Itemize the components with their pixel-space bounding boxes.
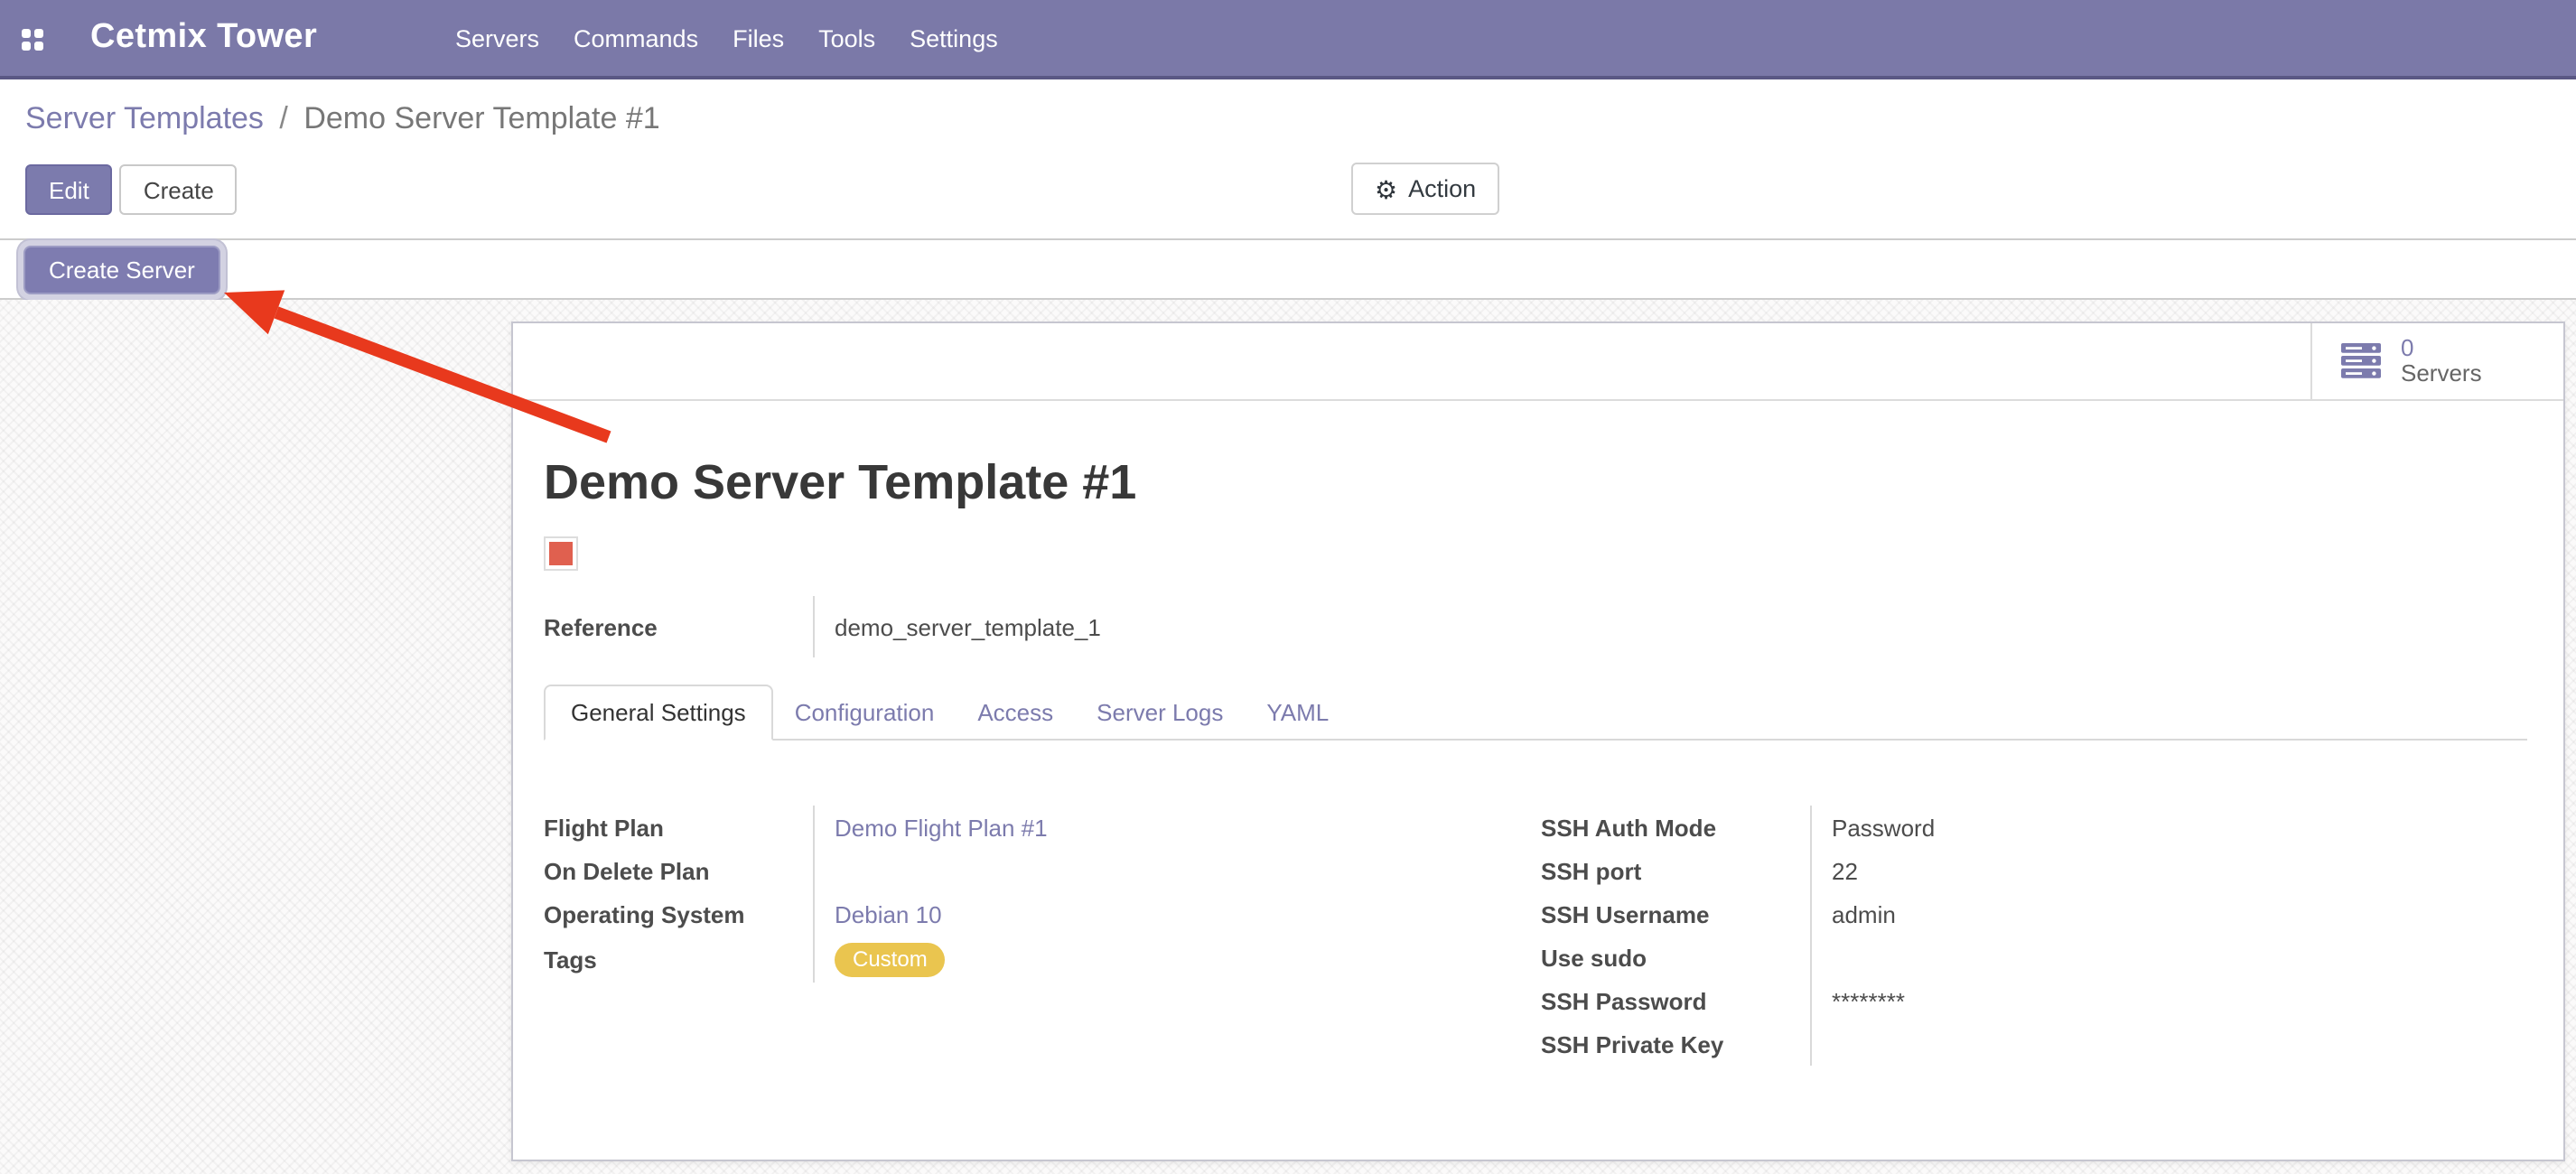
ssh-port-label: SSH port — [1541, 849, 1810, 892]
tab-general-settings[interactable]: General Settings — [544, 685, 773, 741]
menu-settings[interactable]: Settings — [910, 24, 998, 51]
record-title: Demo Server Template #1 — [544, 453, 2527, 513]
button-box: 0 Servers — [513, 323, 2563, 401]
ssh-auth-mode-value: Password — [1810, 806, 2527, 849]
tags-label: Tags — [544, 936, 813, 983]
notebook-tabs: General Settings Configuration Access Se… — [544, 685, 2527, 741]
reference-row: Reference demo_server_template_1 — [544, 596, 2527, 657]
menu-commands[interactable]: Commands — [574, 24, 698, 51]
field-row-operating-system: Operating System Debian 10 — [544, 892, 1519, 936]
breadcrumb-parent-link[interactable]: Server Templates — [25, 101, 264, 135]
field-groups: Flight Plan Demo Flight Plan #1 On Delet… — [544, 806, 2527, 1066]
on-delete-plan-label: On Delete Plan — [544, 849, 813, 892]
menu-tools[interactable]: Tools — [818, 24, 875, 51]
ssh-password-label: SSH Password — [1541, 979, 1810, 1022]
page: Cetmix Tower Servers Commands Files Tool… — [0, 0, 2576, 1174]
field-row-use-sudo: Use sudo — [1541, 936, 2527, 979]
ssh-private-key-label: SSH Private Key — [1541, 1022, 1810, 1066]
field-row-ssh-private-key: SSH Private Key — [1541, 1022, 2527, 1066]
tab-yaml[interactable]: YAML — [1245, 686, 1350, 739]
form-background: 0 Servers Demo Server Template #1 Refere… — [0, 300, 2576, 1174]
reference-label: Reference — [544, 596, 813, 657]
servers-stat-label: Servers — [2401, 361, 2482, 387]
field-row-flight-plan: Flight Plan Demo Flight Plan #1 — [544, 806, 1519, 849]
use-sudo-label: Use sudo — [1541, 936, 1810, 979]
tab-server-logs[interactable]: Server Logs — [1075, 686, 1245, 739]
servers-stat-button[interactable]: 0 Servers — [2310, 323, 2563, 399]
ssh-password-value: ******** — [1810, 979, 2527, 1022]
breadcrumb-current: Demo Server Template #1 — [303, 101, 659, 135]
action-button[interactable]: ⚙ Action — [1351, 163, 1499, 215]
on-delete-plan-value — [813, 849, 1519, 892]
statusbar: Create Server — [0, 240, 2576, 300]
action-button-label: Action — [1408, 175, 1476, 202]
apps-grid-icon[interactable] — [22, 29, 43, 51]
ssh-private-key-value — [1810, 1022, 2527, 1066]
ssh-port-value: 22 — [1810, 849, 2527, 892]
use-sudo-value — [1810, 936, 2527, 979]
field-row-ssh-password: SSH Password ******** — [1541, 979, 2527, 1022]
breadcrumb: Server Templates / Demo Server Template … — [25, 98, 660, 141]
group-right: SSH Auth Mode Password SSH port 22 SSH U… — [1541, 806, 2527, 1066]
field-row-ssh-auth-mode: SSH Auth Mode Password — [1541, 806, 2527, 849]
create-button[interactable]: Create — [120, 164, 238, 215]
tag-badge: Custom — [835, 942, 946, 976]
field-row-ssh-username: SSH Username admin — [1541, 892, 2527, 936]
operating-system-link[interactable]: Debian 10 — [835, 900, 942, 927]
breadcrumb-separator: / — [272, 101, 294, 135]
group-left: Flight Plan Demo Flight Plan #1 On Delet… — [544, 806, 1519, 1066]
operating-system-label: Operating System — [544, 892, 813, 936]
flight-plan-label: Flight Plan — [544, 806, 813, 849]
tab-access[interactable]: Access — [956, 686, 1075, 739]
edit-button[interactable]: Edit — [25, 164, 113, 215]
server-rack-icon — [2341, 343, 2383, 379]
record-sheet: 0 Servers Demo Server Template #1 Refere… — [511, 321, 2565, 1161]
tab-configuration[interactable]: Configuration — [773, 686, 957, 739]
menu-servers[interactable]: Servers — [455, 24, 539, 51]
top-navbar: Cetmix Tower Servers Commands Files Tool… — [0, 0, 2576, 79]
sheet-body: Demo Server Template #1 Reference demo_s… — [513, 453, 2563, 1066]
menu-files[interactable]: Files — [733, 24, 784, 51]
field-row-on-delete-plan: On Delete Plan — [544, 849, 1519, 892]
ssh-username-value: admin — [1810, 892, 2527, 936]
color-swatch — [544, 536, 578, 571]
servers-count: 0 — [2401, 336, 2482, 361]
create-server-button[interactable]: Create Server — [23, 246, 220, 294]
record-buttons: Edit Create — [25, 164, 238, 215]
control-panel: Server Templates / Demo Server Template … — [0, 79, 2576, 240]
field-row-ssh-port: SSH port 22 — [1541, 849, 2527, 892]
main-menu: Servers Commands Files Tools Settings — [455, 0, 1032, 76]
gear-icon: ⚙ — [1375, 176, 1397, 201]
reference-value: demo_server_template_1 — [813, 596, 2527, 657]
ssh-auth-mode-label: SSH Auth Mode — [1541, 806, 1810, 849]
app-brand[interactable]: Cetmix Tower — [90, 0, 317, 76]
field-row-tags: Tags Custom — [544, 936, 1519, 983]
flight-plan-link[interactable]: Demo Flight Plan #1 — [835, 814, 1048, 841]
ssh-username-label: SSH Username — [1541, 892, 1810, 936]
